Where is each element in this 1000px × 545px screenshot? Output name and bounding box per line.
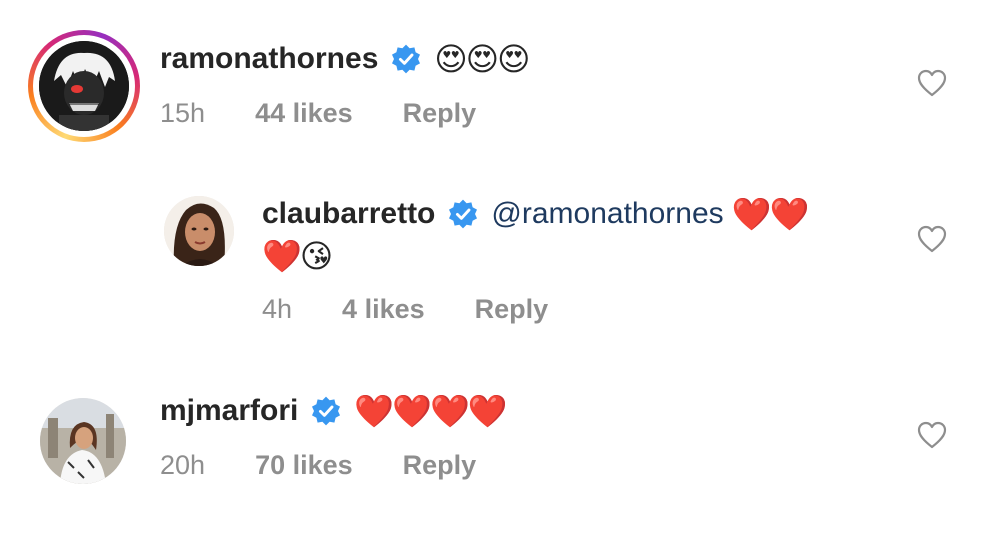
like-heart-icon[interactable] bbox=[917, 421, 947, 449]
avatar[interactable] bbox=[40, 398, 126, 484]
verified-badge-icon bbox=[310, 395, 342, 427]
comment-mjmarfori: mjmarfori ❤️❤️❤️❤️ 20h 70 likes Reply bbox=[0, 0, 1000, 545]
username[interactable]: mjmarfori bbox=[160, 394, 298, 428]
comment-text: ❤️❤️❤️❤️ bbox=[354, 393, 507, 429]
likes-count[interactable]: 70 likes bbox=[255, 450, 353, 481]
reply-button[interactable]: Reply bbox=[403, 450, 477, 481]
timestamp: 20h bbox=[160, 450, 206, 480]
